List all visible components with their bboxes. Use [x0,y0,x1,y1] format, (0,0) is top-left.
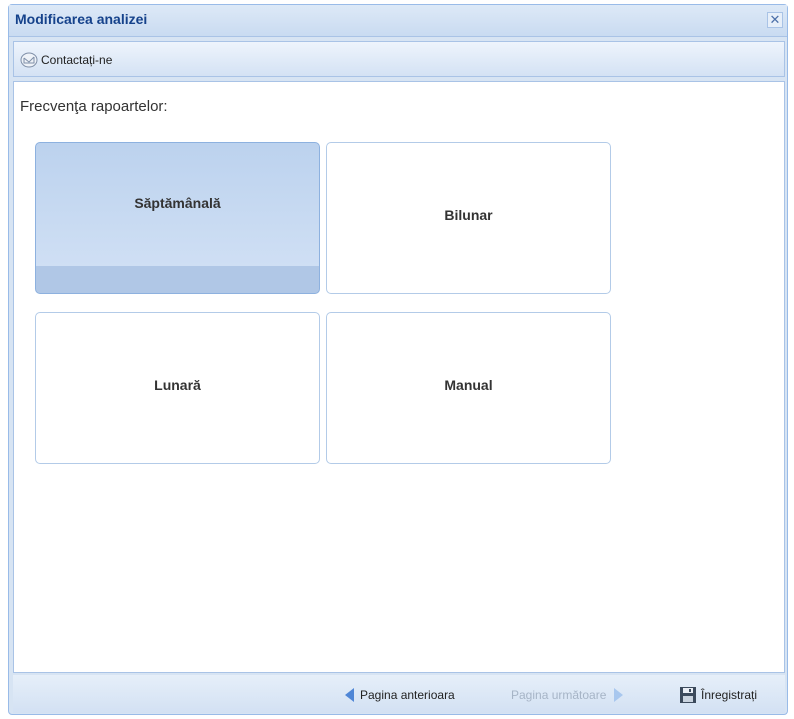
previous-page-label: Pagina anterioara [360,688,455,702]
dialog-content: Frecvenţa rapoartelor: Săptămânală Bilun… [13,81,785,673]
previous-page-button[interactable]: Pagina anterioara [345,685,455,705]
close-icon: ✕ [769,12,781,27]
save-label: Înregistrați [701,688,758,702]
frequency-option-weekly[interactable]: Săptămânală [35,142,320,294]
contact-us-label: Contactați-ne [41,53,113,67]
contact-us-button[interactable]: Contactați-ne [20,49,112,71]
frequency-option-monthly[interactable]: Lunară [35,312,320,464]
dialog-titlebar: Modificarea analizei ✕ [9,5,787,37]
modify-analysis-dialog: Modificarea analizei ✕ Contactați-ne Fre… [8,4,788,715]
option-label: Bilunar [444,207,493,223]
option-label: Manual [444,377,493,393]
option-label: Lunară [154,377,201,393]
close-button[interactable]: ✕ [767,12,783,28]
dialog-toolbar: Contactați-ne [13,41,785,77]
arrow-left-icon [345,688,354,702]
next-page-label: Pagina următoare [511,688,607,702]
frequency-option-manual[interactable]: Manual [326,312,611,464]
save-button[interactable]: Înregistrați [679,685,757,705]
dialog-footer: Pagina anterioara Pagina următoare Înreg… [13,675,785,713]
arrow-right-icon [614,688,624,702]
floppy-disk-icon [680,687,696,703]
dialog-title: Modificarea analizei [15,11,148,27]
report-frequency-label: Frecvenţa rapoartelor: [20,98,168,115]
option-label: Săptămânală [134,195,221,211]
frequency-option-biweekly[interactable]: Bilunar [326,142,611,294]
envelope-icon [20,52,38,68]
next-page-button[interactable]: Pagina următoare [511,685,624,705]
